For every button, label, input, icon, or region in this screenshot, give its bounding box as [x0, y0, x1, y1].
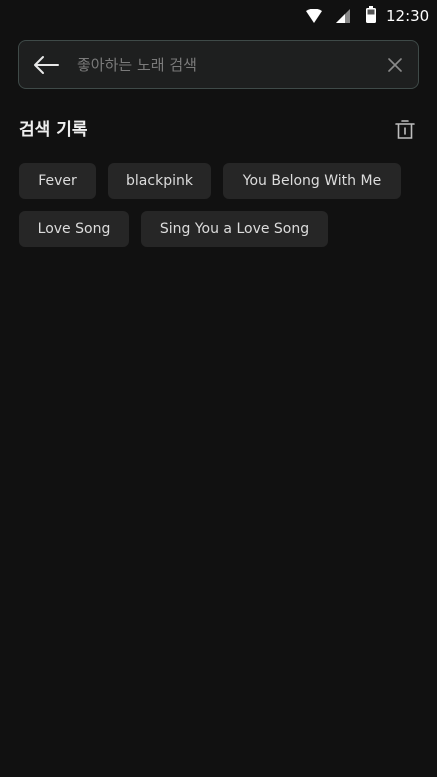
- history-chip[interactable]: Sing You a Love Song: [141, 211, 328, 247]
- history-chip[interactable]: You Belong With Me: [223, 163, 401, 199]
- clear-icon[interactable]: [388, 58, 402, 72]
- back-arrow-icon[interactable]: [33, 55, 59, 75]
- history-chip[interactable]: blackpink: [108, 163, 211, 199]
- search-input[interactable]: [77, 51, 377, 79]
- trash-icon[interactable]: [395, 119, 415, 139]
- wifi-icon: [306, 9, 322, 23]
- status-time: 12:30: [386, 7, 430, 25]
- search-bar: [18, 40, 419, 89]
- search-history-title: 검색 기록: [19, 120, 88, 140]
- signal-icon: [336, 9, 350, 23]
- history-chip[interactable]: Fever: [19, 163, 96, 199]
- status-bar: 12:30: [0, 0, 437, 32]
- battery-icon: [366, 6, 376, 23]
- history-chip[interactable]: Love Song: [19, 211, 129, 247]
